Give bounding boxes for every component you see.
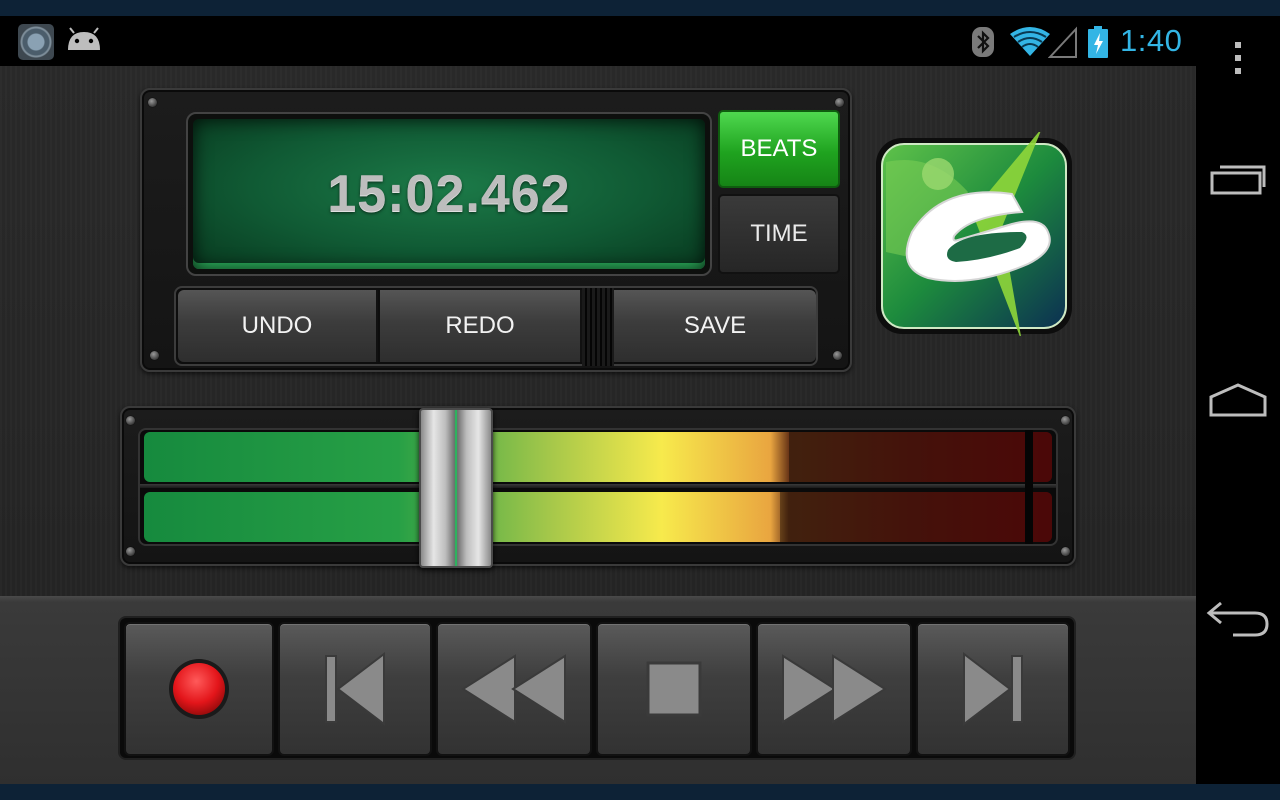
- back-icon: [1206, 601, 1269, 637]
- fast-forward-icon: [782, 654, 887, 724]
- lcd-display: 15:02.462: [186, 112, 712, 276]
- grip-divider: [582, 288, 614, 366]
- right-channel-meter: [144, 492, 1052, 542]
- android-icon: [68, 27, 100, 50]
- screw: [126, 547, 135, 556]
- system-nav-bar: [1196, 66, 1280, 784]
- save-button[interactable]: SAVE: [614, 290, 816, 362]
- right-channel-unlit: [779, 492, 1052, 542]
- position-readout: 15:02.462: [327, 165, 571, 223]
- edit-toolbar: UNDO REDO SAVE: [174, 286, 818, 366]
- screw: [833, 351, 842, 360]
- level-meter-panel: [120, 406, 1076, 568]
- transport-bar: [118, 616, 1076, 760]
- bluetooth-icon: [972, 27, 994, 57]
- app-logo: [876, 132, 1072, 336]
- undo-button[interactable]: UNDO: [178, 290, 378, 362]
- redo-button[interactable]: REDO: [380, 290, 582, 362]
- home-icon: [1209, 383, 1267, 417]
- skip-to-start-button[interactable]: [278, 622, 432, 756]
- record-icon: [169, 659, 229, 719]
- beats-mode-button[interactable]: BEATS: [718, 110, 840, 188]
- top-edge: [0, 0, 1280, 16]
- screw: [1061, 547, 1070, 556]
- fast-forward-button[interactable]: [756, 622, 912, 756]
- lcd-screen: 15:02.462: [193, 119, 705, 269]
- recent-apps-icon: [1210, 165, 1266, 195]
- recent-apps-button[interactable]: [1196, 144, 1280, 214]
- app-icon: [18, 24, 54, 60]
- overflow-menu-icon[interactable]: [1228, 40, 1248, 76]
- left-channel-unlit: [788, 432, 1052, 482]
- peak-marker: [1024, 430, 1033, 544]
- level-slider-handle[interactable]: [419, 408, 494, 568]
- screw: [148, 98, 157, 107]
- rewind-button[interactable]: [436, 622, 592, 756]
- screw: [1061, 416, 1070, 425]
- clock-time: 1:40: [1120, 23, 1183, 58]
- skip-to-end-button[interactable]: [916, 622, 1070, 756]
- home-button[interactable]: [1196, 364, 1280, 434]
- battery-charging-icon: [1088, 26, 1108, 58]
- skip-to-end-icon: [963, 652, 1023, 726]
- meter-track: [138, 428, 1058, 546]
- back-button[interactable]: [1196, 584, 1280, 654]
- skip-to-start-icon: [325, 652, 385, 726]
- stop-button[interactable]: [596, 622, 752, 756]
- left-channel-meter: [144, 432, 1052, 482]
- record-button[interactable]: [124, 622, 274, 756]
- signal-icon: [1048, 26, 1077, 58]
- screw: [126, 416, 135, 425]
- time-mode-button[interactable]: TIME: [718, 194, 840, 274]
- bottom-edge: [0, 784, 1280, 800]
- display-panel: 15:02.462 BEATS TIME UNDO REDO SAVE: [140, 88, 852, 372]
- meter-divider: [140, 484, 1056, 488]
- stop-icon: [646, 661, 702, 717]
- screw: [835, 98, 844, 107]
- rewind-icon: [461, 654, 566, 724]
- screw: [150, 351, 159, 360]
- wifi-icon: [1010, 27, 1050, 56]
